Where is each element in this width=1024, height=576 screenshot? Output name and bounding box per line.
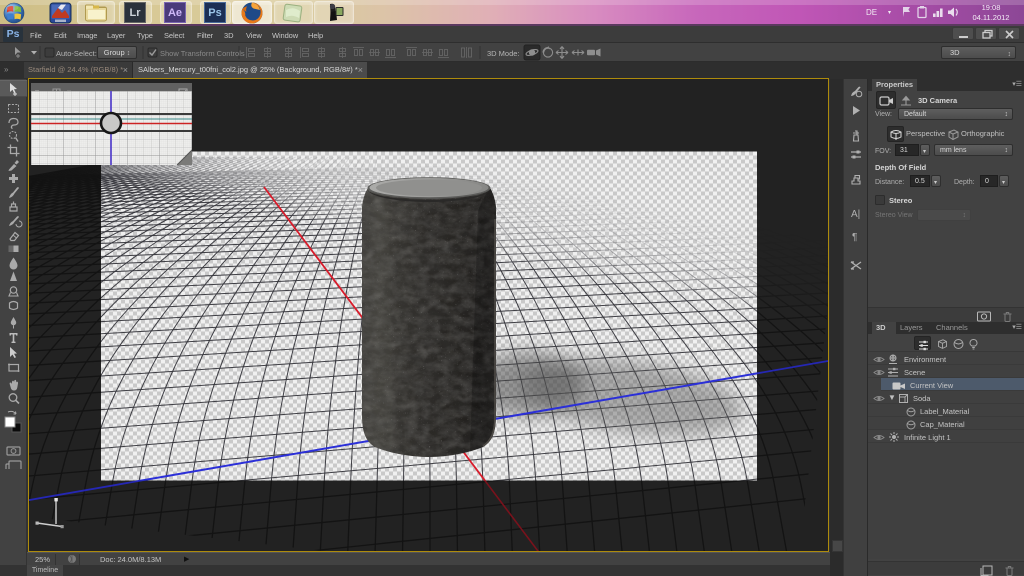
svg-text:¶: ¶: [852, 232, 857, 243]
svg-text:A|: A|: [851, 209, 860, 220]
